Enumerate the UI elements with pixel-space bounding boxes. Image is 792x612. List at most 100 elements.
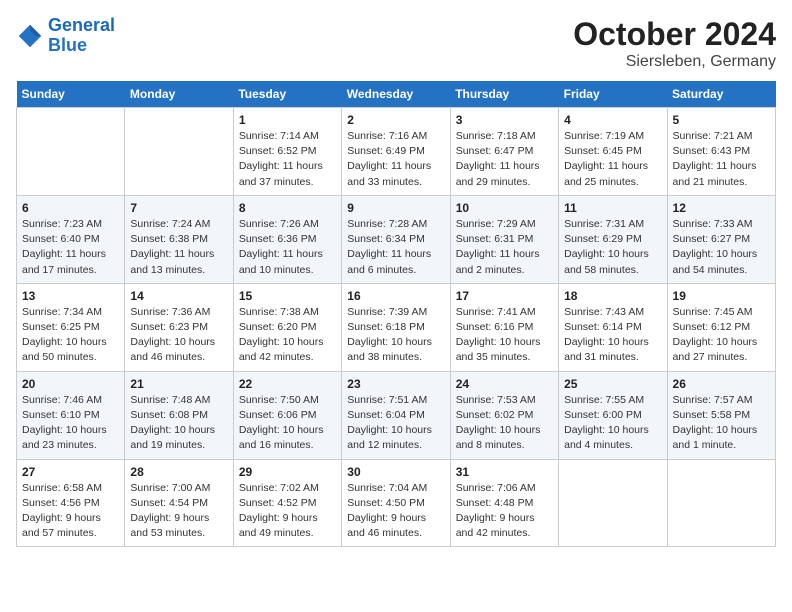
day-number: 15	[239, 289, 336, 303]
day-number: 30	[347, 465, 444, 479]
day-cell: 20Sunrise: 7:46 AMSunset: 6:10 PMDayligh…	[17, 371, 125, 459]
day-number: 1	[239, 113, 336, 127]
day-cell: 17 Sunrise: 7:41 AMSunset: 6:16 PMDayligh…	[450, 283, 558, 371]
day-cell: 14Sunrise: 7:36 AMSunset: 6:23 PMDayligh…	[125, 283, 233, 371]
day-cell: 23 Sunrise: 7:51 AMSunset: 6:04 PMDayligh…	[342, 371, 450, 459]
day-cell: 9 Sunrise: 7:28 AMSunset: 6:34 PMDaylight…	[342, 195, 450, 283]
day-cell	[125, 108, 233, 196]
day-cell: 8 Sunrise: 7:26 AMSunset: 6:36 PMDaylight…	[233, 195, 341, 283]
day-cell: 25Sunrise: 7:55 AMSunset: 6:00 PMDayligh…	[559, 371, 667, 459]
day-info: Sunrise: 7:36 AMSunset: 6:23 PMDaylight:…	[130, 305, 227, 366]
week-row-4: 20Sunrise: 7:46 AMSunset: 6:10 PMDayligh…	[17, 371, 776, 459]
day-cell: 5 Sunrise: 7:21 AMSunset: 6:43 PMDaylight…	[667, 108, 775, 196]
weekday-wednesday: Wednesday	[342, 81, 450, 108]
day-info: Sunrise: 7:23 AMSunset: 6:40 PMDaylight:…	[22, 217, 119, 278]
day-number: 23	[347, 377, 444, 391]
day-info: Sunrise: 7:18 AMSunset: 6:47 PMDaylight:…	[456, 129, 553, 190]
day-cell: 27 Sunrise: 6:58 AMSunset: 4:56 PMDayligh…	[17, 459, 125, 547]
day-number: 5	[673, 113, 770, 127]
day-info: Sunrise: 7:26 AMSunset: 6:36 PMDaylight:…	[239, 217, 336, 278]
weekday-header-row: SundayMondayTuesdayWednesdayThursdayFrid…	[17, 81, 776, 108]
day-cell: 2Sunrise: 7:16 AMSunset: 6:49 PMDaylight…	[342, 108, 450, 196]
day-info: Sunrise: 7:16 AMSunset: 6:49 PMDaylight:…	[347, 129, 444, 190]
day-info: Sunrise: 7:53 AMSunset: 6:02 PMDaylight:…	[456, 393, 553, 454]
day-number: 3	[456, 113, 553, 127]
weekday-friday: Friday	[559, 81, 667, 108]
day-info: Sunrise: 7:51 AMSunset: 6:04 PMDaylight:…	[347, 393, 444, 454]
day-number: 29	[239, 465, 336, 479]
day-info: Sunrise: 7:34 AMSunset: 6:25 PMDaylight:…	[22, 305, 119, 366]
day-cell: 28 Sunrise: 7:00 AMSunset: 4:54 PMDayligh…	[125, 459, 233, 547]
day-number: 16	[347, 289, 444, 303]
day-cell: 21 Sunrise: 7:48 AMSunset: 6:08 PMDayligh…	[125, 371, 233, 459]
day-number: 9	[347, 201, 444, 215]
day-info: Sunrise: 7:28 AMSunset: 6:34 PMDaylight:…	[347, 217, 444, 278]
day-info: Sunrise: 7:41 AMSunset: 6:16 PMDaylight:…	[456, 305, 553, 366]
day-number: 28	[130, 465, 227, 479]
day-number: 22	[239, 377, 336, 391]
weekday-tuesday: Tuesday	[233, 81, 341, 108]
day-cell: 6 Sunrise: 7:23 AMSunset: 6:40 PMDaylight…	[17, 195, 125, 283]
day-cell: 29 Sunrise: 7:02 AMSunset: 4:52 PMDayligh…	[233, 459, 341, 547]
day-number: 12	[673, 201, 770, 215]
day-cell	[559, 459, 667, 547]
day-info: Sunrise: 7:21 AMSunset: 6:43 PMDaylight:…	[673, 129, 770, 190]
calendar-title: October 2024	[573, 16, 776, 53]
day-number: 21	[130, 377, 227, 391]
logo-icon	[16, 22, 44, 50]
weekday-monday: Monday	[125, 81, 233, 108]
day-info: Sunrise: 7:46 AMSunset: 6:10 PMDaylight:…	[22, 393, 119, 454]
day-info: Sunrise: 7:06 AMSunset: 4:48 PMDaylight:…	[456, 481, 553, 542]
day-cell: 10 Sunrise: 7:29 AMSunset: 6:31 PMDayligh…	[450, 195, 558, 283]
day-info: Sunrise: 7:43 AMSunset: 6:14 PMDaylight:…	[564, 305, 661, 366]
day-info: Sunrise: 7:04 AMSunset: 4:50 PMDaylight:…	[347, 481, 444, 542]
day-number: 10	[456, 201, 553, 215]
day-cell: 4 Sunrise: 7:19 AMSunset: 6:45 PMDaylight…	[559, 108, 667, 196]
day-number: 13	[22, 289, 119, 303]
day-cell: 15 Sunrise: 7:38 AMSunset: 6:20 PMDayligh…	[233, 283, 341, 371]
day-info: Sunrise: 7:14 AMSunset: 6:52 PMDaylight:…	[239, 129, 336, 190]
day-cell: 18 Sunrise: 7:43 AMSunset: 6:14 PMDayligh…	[559, 283, 667, 371]
weekday-saturday: Saturday	[667, 81, 775, 108]
day-info: Sunrise: 7:48 AMSunset: 6:08 PMDaylight:…	[130, 393, 227, 454]
day-cell: 12 Sunrise: 7:33 AMSunset: 6:27 PMDayligh…	[667, 195, 775, 283]
day-info: Sunrise: 7:29 AMSunset: 6:31 PMDaylight:…	[456, 217, 553, 278]
logo-line2: Blue	[48, 35, 87, 55]
title-block: October 2024 Siersleben, Germany	[573, 16, 776, 71]
day-info: Sunrise: 7:38 AMSunset: 6:20 PMDaylight:…	[239, 305, 336, 366]
day-cell: 3 Sunrise: 7:18 AMSunset: 6:47 PMDaylight…	[450, 108, 558, 196]
day-info: Sunrise: 7:57 AMSunset: 5:58 PMDaylight:…	[673, 393, 770, 454]
day-info: Sunrise: 6:58 AMSunset: 4:56 PMDaylight:…	[22, 481, 119, 542]
day-cell: 19Sunrise: 7:45 AMSunset: 6:12 PMDayligh…	[667, 283, 775, 371]
day-number: 27	[22, 465, 119, 479]
day-info: Sunrise: 7:31 AMSunset: 6:29 PMDaylight:…	[564, 217, 661, 278]
day-cell: 31 Sunrise: 7:06 AMSunset: 4:48 PMDayligh…	[450, 459, 558, 547]
day-cell: 24Sunrise: 7:53 AMSunset: 6:02 PMDayligh…	[450, 371, 558, 459]
day-number: 26	[673, 377, 770, 391]
day-cell: 16 Sunrise: 7:39 AMSunset: 6:18 PMDayligh…	[342, 283, 450, 371]
day-number: 17	[456, 289, 553, 303]
day-info: Sunrise: 7:39 AMSunset: 6:18 PMDaylight:…	[347, 305, 444, 366]
day-info: Sunrise: 7:00 AMSunset: 4:54 PMDaylight:…	[130, 481, 227, 542]
day-number: 8	[239, 201, 336, 215]
day-number: 6	[22, 201, 119, 215]
logo: General Blue	[16, 16, 115, 56]
day-number: 11	[564, 201, 661, 215]
day-number: 18	[564, 289, 661, 303]
day-info: Sunrise: 7:24 AMSunset: 6:38 PMDaylight:…	[130, 217, 227, 278]
day-info: Sunrise: 7:02 AMSunset: 4:52 PMDaylight:…	[239, 481, 336, 542]
day-cell: 26 Sunrise: 7:57 AMSunset: 5:58 PMDayligh…	[667, 371, 775, 459]
day-cell: 22Sunrise: 7:50 AMSunset: 6:06 PMDayligh…	[233, 371, 341, 459]
day-number: 4	[564, 113, 661, 127]
week-row-3: 13 Sunrise: 7:34 AMSunset: 6:25 PMDayligh…	[17, 283, 776, 371]
day-cell: 7Sunrise: 7:24 AMSunset: 6:38 PMDaylight…	[125, 195, 233, 283]
week-row-1: 1 Sunrise: 7:14 AMSunset: 6:52 PMDaylight…	[17, 108, 776, 196]
day-info: Sunrise: 7:19 AMSunset: 6:45 PMDaylight:…	[564, 129, 661, 190]
day-cell	[17, 108, 125, 196]
day-number: 31	[456, 465, 553, 479]
calendar-table: SundayMondayTuesdayWednesdayThursdayFrid…	[16, 81, 776, 547]
calendar-subtitle: Siersleben, Germany	[573, 53, 776, 71]
week-row-5: 27 Sunrise: 6:58 AMSunset: 4:56 PMDayligh…	[17, 459, 776, 547]
logo-line1: General	[48, 15, 115, 35]
day-info: Sunrise: 7:33 AMSunset: 6:27 PMDaylight:…	[673, 217, 770, 278]
